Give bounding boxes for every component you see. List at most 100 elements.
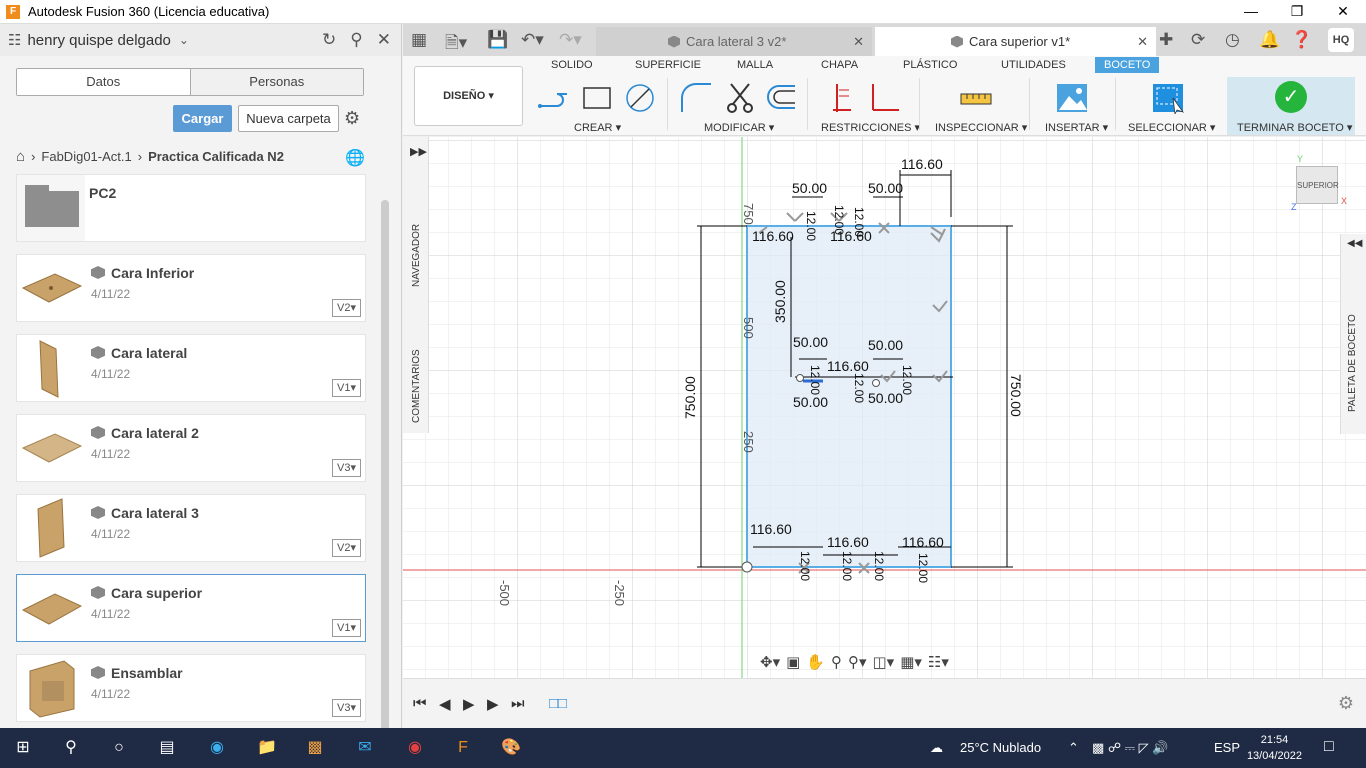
modify-menu[interactable]: MODIFICAR ▾ — [704, 121, 774, 134]
workspace-switcher[interactable]: DISEÑO ▾ — [414, 66, 523, 126]
tab-solido[interactable]: SOLIDO — [551, 59, 593, 71]
search-icon[interactable]: ⚲ — [350, 30, 362, 50]
sketch-point[interactable] — [872, 379, 880, 387]
tray-icons[interactable]: ▩ ☍ ⎓ ◸ 🔊 — [1092, 740, 1168, 756]
sketch-palette-panel[interactable]: ◀◀ PALETA DE BOCETO — [1340, 234, 1366, 434]
circle-tool-icon[interactable] — [623, 82, 657, 114]
mail-icon[interactable]: ✉ — [352, 736, 378, 760]
new-tab-icon[interactable]: ✚ — [1159, 30, 1173, 50]
grid-settings-icon[interactable]: ▦▾ — [900, 653, 922, 671]
list-item[interactable]: Cara superior 4/11/22 V1▾ — [16, 574, 366, 642]
home-icon[interactable]: ⌂ — [16, 148, 25, 165]
list-item[interactable]: Ensamblar 4/11/22 V3▾ — [16, 654, 366, 722]
language-indicator[interactable]: ESP — [1214, 740, 1240, 755]
insert-image-icon[interactable] — [1055, 82, 1089, 114]
new-folder-button[interactable]: Nueva carpeta — [238, 105, 339, 132]
play-icon[interactable]: ▶ — [463, 695, 475, 713]
tab-chapa[interactable]: CHAPA — [821, 59, 858, 71]
notifications-icon[interactable]: 🔔 — [1259, 30, 1280, 50]
sketch-point[interactable] — [796, 374, 804, 382]
notifications-icon[interactable]: □ — [1324, 738, 1334, 756]
tab-superficie[interactable]: SUPERFICIE — [635, 59, 701, 71]
gear-icon[interactable]: ⚙ — [1338, 693, 1354, 714]
pan-icon[interactable]: ✋ — [806, 653, 825, 671]
maximize-button[interactable]: ❐ — [1274, 0, 1320, 24]
coincident-constraint-icon[interactable] — [829, 82, 863, 114]
finish-sketch-button[interactable]: ✓ TERMINAR BOCETO ▾ — [1227, 77, 1355, 135]
tab-cara-superior[interactable]: Cara superior v1* ✕ — [875, 27, 1156, 56]
tab-utilidades[interactable]: UTILIDADES — [1001, 59, 1066, 71]
version-badge[interactable]: V1▾ — [332, 619, 361, 637]
version-badge[interactable]: V3▾ — [332, 699, 361, 717]
step-forward-icon[interactable]: ▶ — [487, 695, 499, 713]
store-icon[interactable]: ▩ — [302, 736, 328, 760]
origin-point[interactable] — [741, 561, 753, 573]
scrollbar[interactable] — [381, 200, 389, 746]
tab-datos[interactable]: Datos — [17, 69, 190, 95]
orbit-icon[interactable]: ✥▾ — [760, 653, 780, 671]
sketch-drawing[interactable]: 116.60 50.00 50.00 116.60 116.60 12.00 1… — [403, 137, 1366, 678]
help-icon[interactable]: ❓ — [1291, 30, 1312, 50]
refresh-icon[interactable]: ↻ — [322, 30, 336, 50]
close-tab-icon[interactable]: ✕ — [853, 34, 864, 50]
file-menu-icon[interactable]: 🗎▾ — [445, 30, 467, 59]
close-window-button[interactable]: ✕ — [1320, 0, 1366, 24]
globe-icon[interactable]: 🌐 — [345, 148, 365, 168]
navigator-panel[interactable]: ▶▶ NAVEGADOR COMENTARIOS — [403, 137, 429, 433]
task-view-icon[interactable]: ▤ — [154, 736, 180, 760]
close-icon[interactable]: ✕ — [377, 30, 391, 50]
tab-personas[interactable]: Personas — [189, 69, 363, 95]
tab-plastico[interactable]: PLÁSTICO — [903, 59, 957, 71]
constraints-menu[interactable]: RESTRICCIONES ▾ — [821, 121, 920, 134]
step-back-icon[interactable]: ◀ — [439, 695, 451, 713]
list-item[interactable]: Cara Inferior 4/11/22 V2▾ — [16, 254, 366, 322]
edge-icon[interactable]: ◉ — [204, 736, 230, 760]
chevron-down-icon[interactable]: ⌄ — [179, 33, 189, 47]
sketch-profile[interactable] — [746, 225, 952, 568]
fusion-taskbar-icon[interactable]: F — [450, 736, 476, 760]
offset-tool-icon[interactable] — [765, 82, 799, 114]
minimize-button[interactable]: — — [1228, 0, 1274, 24]
comments-label[interactable]: COMENTARIOS — [411, 349, 422, 423]
expand-icon[interactable]: ▶▶ — [410, 145, 427, 158]
tab-cara-lateral-3[interactable]: Cara lateral 3 v2* ✕ — [596, 27, 872, 56]
navigator-label[interactable]: NAVEGADOR — [411, 224, 422, 287]
breadcrumb-project[interactable]: FabDig01-Act.1 — [41, 149, 131, 164]
redo-icon[interactable]: ↷▾ — [559, 30, 582, 50]
folder-item[interactable]: PC2 — [16, 174, 366, 242]
list-item[interactable]: Cara lateral 3 4/11/22 V2▾ — [16, 494, 366, 562]
look-at-icon[interactable]: ▣ — [786, 653, 800, 671]
job-status-icon[interactable]: ◷ — [1225, 30, 1240, 50]
go-to-start-icon[interactable]: ⏮ — [413, 695, 427, 712]
windows-start-icon[interactable]: ⊞ — [10, 736, 36, 760]
sketch-palette-label[interactable]: PALETA DE BOCETO — [1347, 314, 1358, 412]
chrome-icon[interactable]: ◉ — [402, 736, 428, 760]
select-tool-icon[interactable] — [1151, 82, 1185, 114]
gear-icon[interactable]: ⚙ — [344, 108, 360, 129]
cortana-icon[interactable]: ○ — [106, 736, 132, 760]
create-menu[interactable]: CREAR ▾ — [574, 121, 621, 134]
breadcrumb-folder[interactable]: Practica Calificada N2 — [148, 149, 284, 164]
tab-malla[interactable]: MALLA — [737, 59, 773, 71]
close-tab-icon[interactable]: ✕ — [1137, 34, 1148, 50]
rectangle-tool-icon[interactable] — [580, 82, 614, 114]
viewcube[interactable]: SUPERIOR — [1296, 166, 1339, 204]
weather-text[interactable]: 25°C Nublado — [960, 740, 1041, 755]
measure-tool-icon[interactable] — [959, 82, 993, 114]
select-menu[interactable]: SELECCIONAR ▾ — [1128, 121, 1215, 134]
apps-grid-icon[interactable]: ▦ — [411, 30, 427, 50]
tray-chevron-icon[interactable]: ⌃ — [1068, 740, 1079, 756]
zoom-icon[interactable]: ⚲ — [831, 653, 842, 671]
go-to-end-icon[interactable]: ⏭ — [511, 695, 525, 712]
sketch-feature-icon[interactable]: □□ — [549, 695, 567, 712]
weather-icon[interactable]: ☁ — [930, 740, 943, 756]
display-settings-icon[interactable]: ◫▾ — [873, 653, 895, 671]
search-icon[interactable]: ⚲ — [58, 736, 84, 760]
trim-tool-icon[interactable] — [723, 82, 757, 114]
line-tool-icon[interactable] — [537, 82, 571, 114]
extensions-icon[interactable]: ⟳ — [1191, 30, 1205, 50]
paint-icon[interactable]: 🎨 — [498, 736, 524, 760]
list-item[interactable]: Cara lateral 4/11/22 V1▾ — [16, 334, 366, 402]
user-name[interactable]: henry quispe delgado — [27, 32, 170, 49]
perpendicular-constraint-icon[interactable] — [867, 82, 901, 114]
